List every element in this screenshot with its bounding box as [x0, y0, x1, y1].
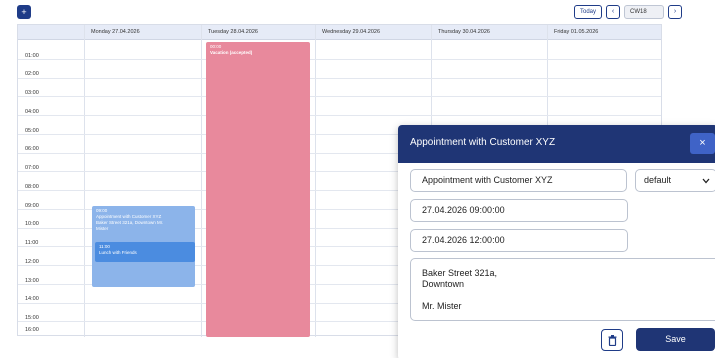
appointment-dialog: Appointment with Customer XYZ × Appointm…	[398, 125, 715, 358]
time-label: 16:00	[25, 327, 39, 333]
dialog-title: Appointment with Customer XYZ	[410, 137, 556, 148]
type-select-value: default	[644, 175, 672, 185]
dialog-header: Appointment with Customer XYZ ×	[398, 125, 715, 163]
day-header-tuesday: Tuesday 28.04.2026	[208, 29, 258, 35]
title-field[interactable]: Appointment with Customer XYZ	[410, 169, 627, 192]
week-field[interactable]: CW18	[624, 5, 665, 19]
hour-divider	[18, 59, 661, 60]
column-divider	[315, 25, 316, 337]
start-datetime-field[interactable]: 27.04.2026 09:00:00	[410, 199, 628, 222]
day-header-friday: Friday 01.05.2026	[554, 29, 599, 35]
type-select[interactable]: default	[635, 169, 715, 192]
time-label: 06:00	[25, 146, 39, 152]
today-button[interactable]: Today	[574, 5, 603, 19]
delete-button[interactable]	[601, 329, 623, 351]
time-label: 03:00	[25, 90, 39, 96]
close-button[interactable]: ×	[690, 133, 715, 154]
time-label: 14:00	[25, 296, 39, 302]
event-lunch[interactable]: 11:00 Lunch with Friends	[95, 242, 195, 262]
toolbar: Today ‹ CW18 ›	[574, 5, 683, 19]
time-label: 15:00	[25, 315, 39, 321]
next-week-button[interactable]: ›	[668, 5, 683, 19]
time-label: 07:00	[25, 165, 39, 171]
time-label: 13:00	[25, 278, 39, 284]
previous-week-button[interactable]: ‹	[606, 5, 621, 19]
column-divider	[201, 25, 202, 337]
time-label: 10:00	[25, 221, 39, 227]
hour-divider	[18, 115, 661, 116]
add-event-button[interactable]: +	[17, 5, 31, 19]
day-header-thursday: Thursday 30.04.2026	[438, 29, 490, 35]
save-button[interactable]: Save	[636, 328, 715, 351]
day-header-monday: Monday 27.04.2026	[91, 29, 140, 35]
time-label: 04:00	[25, 109, 39, 115]
hour-divider	[18, 78, 661, 79]
time-label: 05:00	[25, 128, 39, 134]
notes-textarea[interactable]: Baker Street 321a, Downtown Mr. Mister	[410, 258, 715, 321]
event-title: Lunch with Friends	[99, 250, 137, 255]
trash-icon	[608, 335, 617, 346]
time-label: 11:00	[25, 240, 39, 246]
event-vacation[interactable]: 00:00 Vacation (accepted)	[206, 42, 310, 337]
column-divider	[84, 25, 85, 337]
day-header-wednesday: Wednesday 29.04.2026	[322, 29, 380, 35]
event-title: Vacation (accepted)	[210, 50, 253, 55]
day-header-row: Monday 27.04.2026 Tuesday 28.04.2026 Wed…	[18, 25, 661, 40]
time-label: 09:00	[25, 203, 39, 209]
time-label: 12:00	[25, 259, 39, 265]
chevron-down-icon	[702, 170, 710, 191]
event-person: Mister	[96, 226, 109, 231]
hour-divider	[18, 96, 661, 97]
time-label: 08:00	[25, 184, 39, 190]
time-label: 02:00	[25, 71, 39, 77]
time-label: 01:00	[25, 53, 39, 59]
end-datetime-field[interactable]: 27.04.2026 12:00:00	[410, 229, 628, 252]
